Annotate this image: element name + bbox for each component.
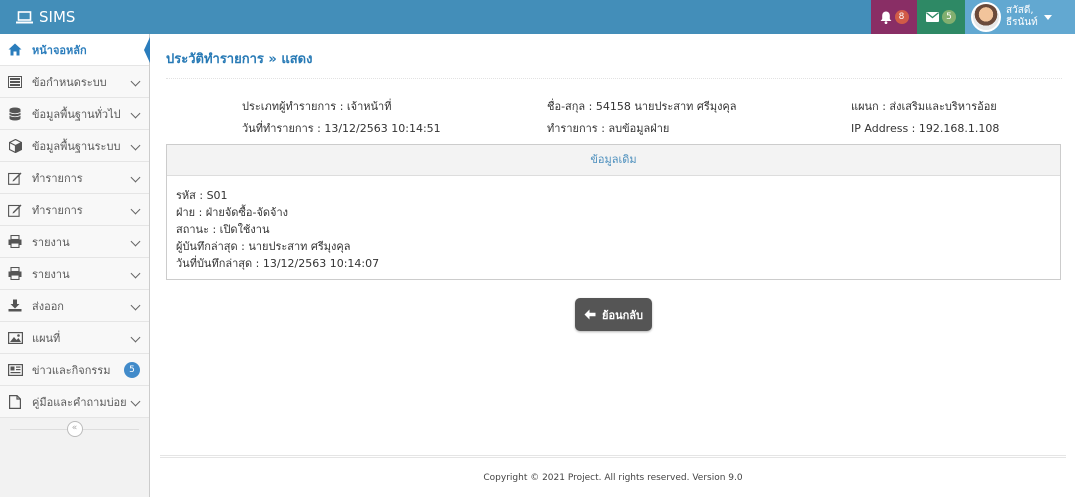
record-last-saved: วันที่บันทึกล่าสุด : 13/12/2563 10:14:07 [176, 257, 380, 270]
cube-icon [7, 138, 23, 154]
back-button[interactable]: ย้อนกลับ [575, 298, 652, 331]
file-icon [7, 394, 23, 410]
sidebar-item-system-settings[interactable]: ข้อกำหนดระบบ [0, 66, 149, 98]
laptop-icon [16, 10, 33, 23]
edit-icon [7, 170, 23, 186]
sidebar-item-home[interactable]: หน้าจอหลัก [0, 34, 150, 66]
main-content: ประวัติทำรายการ » แสดง ประเภทผู้ทำรายการ… [150, 34, 1075, 497]
download-icon [7, 298, 23, 314]
department: แผนก : ส่งเสริมและบริหารอ้อย [851, 100, 997, 113]
page-title: ประวัติทำรายการ » แสดง [166, 52, 313, 67]
user-name: ธีรนันท์ [1006, 17, 1038, 28]
edit-icon [7, 202, 23, 218]
info-column-left: ประเภทผู้ทำรายการ : เจ้าหน้าที่ วันที่ทำ… [242, 96, 441, 140]
record-code: รหัส : S01 [176, 189, 228, 202]
collapse-sidebar-icon[interactable]: « [66, 421, 83, 437]
brand-label: SIMS [39, 8, 76, 26]
footer: Copyright © 2021 Project. All rights res… [160, 455, 1066, 497]
caret-down-icon [1043, 14, 1052, 20]
notifications-button[interactable]: 8 [871, 0, 917, 34]
copyright-text: Copyright © 2021 Project. All rights res… [483, 473, 743, 483]
sidebar-item-news[interactable]: ข่าวและกิจกรรม 5 [0, 354, 149, 386]
record-division: ฝ่าย : ฝ่ายจัดซื้อ-จัดจ้าง [176, 206, 289, 219]
panel-body: รหัส : S01 ฝ่าย : ฝ่ายจัดซื้อ-จัดจ้าง สถ… [167, 176, 1060, 283]
arrow-left-icon [584, 309, 596, 320]
info-column-middle: ชื่อ-สกุล : 54158 นายประสาท ศรีมุงคุล ทำ… [547, 96, 737, 140]
sidebar: หน้าจอหลัก ข้อกำหนดระบบ ข้อมูลพื้นฐานทั่… [0, 34, 150, 497]
home-icon [7, 42, 23, 58]
messages-badge: 5 [942, 10, 956, 24]
envelope-icon [926, 12, 939, 22]
sidebar-item-label: หน้าจอหลัก [32, 43, 87, 57]
sidebar-item-export[interactable]: ส่งออก [0, 290, 149, 322]
back-button-label: ย้อนกลับ [602, 308, 643, 322]
sidebar-collapse-row: « [0, 418, 149, 440]
image-icon [7, 330, 23, 346]
ip-address: IP Address : 192.168.1.108 [851, 122, 1000, 135]
sidebar-item-reports-1[interactable]: รายงาน [0, 226, 149, 258]
transaction-action: ทำรายการ : ลบข้อมูลฝ่าย [547, 122, 670, 135]
top-navbar: SIMS 8 5 สวัสดี, ธีรนันท์ [0, 0, 1075, 34]
print-icon [7, 266, 23, 282]
settings-list-icon [7, 74, 23, 90]
sidebar-item-transactions-1[interactable]: ทำรายการ [0, 162, 149, 194]
news-count-badge: 5 [124, 362, 140, 378]
info-column-right: แผนก : ส่งเสริมและบริหารอ้อย IP Address … [851, 96, 999, 140]
sidebar-item-map[interactable]: แผนที่ [0, 322, 149, 354]
record-status: สถานะ : เปิดใช้งาน [176, 223, 270, 236]
sidebar-item-system-data[interactable]: ข้อมูลพื้นฐานระบบ [0, 130, 149, 162]
sidebar-item-reports-2[interactable]: รายงาน [0, 258, 149, 290]
sidebar-item-transactions-2[interactable]: ทำรายการ [0, 194, 149, 226]
print-icon [7, 234, 23, 250]
brand[interactable]: SIMS [16, 0, 75, 34]
database-icon [7, 106, 23, 122]
transactor-type: ประเภทผู้ทำรายการ : เจ้าหน้าที่ [242, 100, 392, 113]
page-header: ประวัติทำรายการ » แสดง [166, 48, 1062, 79]
record-last-editor: ผู้บันทึกล่าสุด : นายประสาท ศรีมุงคุล [176, 240, 351, 253]
transaction-date: วันที่ทำรายการ : 13/12/2563 10:14:51 [242, 122, 441, 135]
sidebar-item-manual-faq[interactable]: คู่มือและคำถามบ่อย [0, 386, 149, 418]
sidebar-item-general-data[interactable]: ข้อมูลพื้นฐานทั่วไป [0, 98, 149, 130]
panel-heading: ข้อมูลเดิม [167, 145, 1060, 176]
newspaper-icon [7, 362, 23, 378]
user-greeting: สวัสดี, [1006, 5, 1034, 16]
user-menu[interactable]: สวัสดี, ธีรนันท์ [965, 0, 1075, 34]
transactor-name: ชื่อ-สกุล : 54158 นายประสาท ศรีมุงคุล [547, 100, 737, 113]
bell-icon [880, 11, 891, 24]
notifications-badge: 8 [894, 10, 909, 24]
original-data-panel: ข้อมูลเดิม รหัส : S01 ฝ่าย : ฝ่ายจัดซื้อ… [166, 144, 1061, 280]
messages-button[interactable]: 5 [917, 0, 965, 34]
avatar [971, 2, 1001, 32]
